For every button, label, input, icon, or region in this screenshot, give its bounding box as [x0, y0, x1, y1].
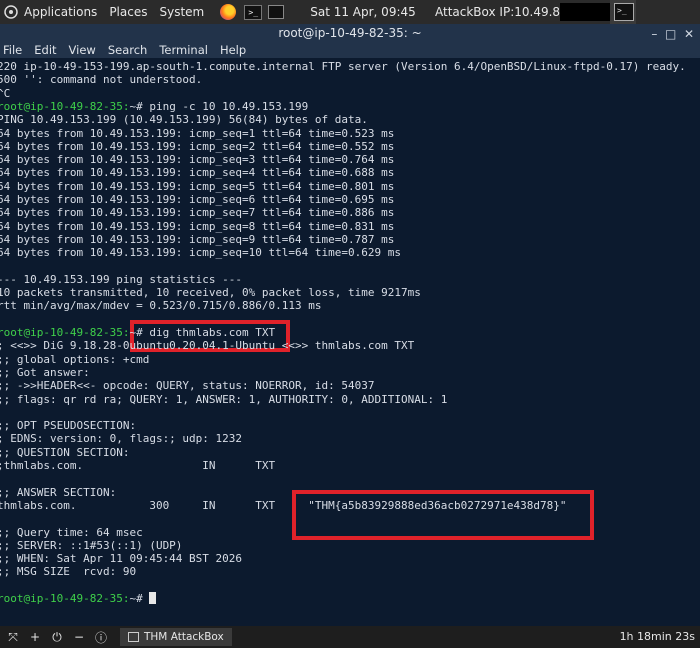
terminal-line: ;; flags: qr rd ra; QUERY: 1, ANSWER: 1,… [0, 392, 448, 406]
menu-bar: File Edit View Search Terminal Help [0, 42, 700, 58]
taskbar-attackbox[interactable]: THM AttackBox [120, 628, 232, 646]
menu-terminal[interactable]: Terminal [159, 43, 208, 57]
menu-edit[interactable]: Edit [34, 43, 56, 57]
terminal-line: ; EDNS: version: 0, flags:; udp: 1232 [0, 432, 243, 446]
command-text: ~# ping -c 10 10.49.153.199 [129, 99, 309, 113]
bottom-panel: ⤧ + ⏻ − ⓘ THM AttackBox 1h 18min 23s [0, 626, 700, 648]
info-icon[interactable]: ⓘ [92, 629, 110, 646]
menu-file[interactable]: File [3, 43, 22, 57]
clock[interactable]: Sat 11 Apr, 09:45 [310, 5, 416, 19]
terminal-line: thmlabs.com. 300 IN TXT "THM{a5b83929888… [0, 498, 567, 512]
firefox-icon[interactable] [220, 4, 237, 20]
text-editor-launcher-icon[interactable] [268, 5, 285, 19]
move-icon[interactable]: ⤧ [4, 630, 22, 645]
terminal-line: root@ip-10-49-82-35:~# ping -c 10 10.49.… [0, 100, 308, 113]
terminal-line: 64 bytes from 10.49.153.199: icmp_seq=2 … [0, 139, 395, 153]
terminal-line: PING 10.49.153.199 (10.49.153.199) 56(84… [0, 113, 368, 127]
terminal-line: ;; MSG SIZE rcvd: 90 [0, 565, 137, 579]
window-title: root@ip-10-49-82-35: ~ [278, 26, 422, 40]
applications-icon[interactable] [4, 5, 18, 19]
terminal-line: 64 bytes from 10.49.153.199: icmp_seq=7 … [0, 206, 395, 220]
terminal-line: 220 ip-10-49-153-199.ap-south-1.compute.… [0, 60, 686, 73]
terminal-line: --- 10.49.153.199 ping statistics --- [0, 272, 243, 286]
window-icon [128, 632, 139, 642]
command-text: ~# [129, 592, 150, 605]
taskbar-attackbox-label: THM AttackBox [144, 631, 224, 643]
shell-prompt: root@ip-10-49-82-35: [0, 99, 130, 113]
top-panel: Applications Places System >_ Sat 11 Apr… [0, 0, 700, 24]
terminal-line: 64 bytes from 10.49.153.199: icmp_seq=5 … [0, 179, 395, 193]
terminal-line: rtt min/avg/max/mdev = 0.523/0.715/0.886… [0, 299, 322, 313]
terminal-line: 64 bytes from 10.49.153.199: icmp_seq=3 … [0, 153, 395, 167]
terminal-tray-icon[interactable]: >_ [614, 3, 634, 21]
close-icon[interactable]: ✕ [684, 27, 694, 41]
menu-help[interactable]: Help [220, 43, 246, 57]
shell-prompt: root@ip-10-49-82-35: [0, 326, 130, 339]
redacted-region [560, 3, 610, 21]
terminal-cursor [149, 592, 157, 604]
session-timer: 1h 18min 23s [619, 630, 695, 643]
maximize-icon[interactable]: □ [665, 27, 676, 41]
terminal-line: ;; WHEN: Sat Apr 11 09:45:44 BST 2026 [0, 552, 243, 566]
terminal-line: 64 bytes from 10.49.153.199: icmp_seq=4 … [0, 166, 395, 180]
terminal-line: root@ip-10-49-82-35:~# dig thmlabs.com T… [0, 326, 275, 339]
applications-menu[interactable]: Applications [24, 5, 97, 19]
terminal-line: ;; ->>HEADER<<- opcode: QUERY, status: N… [0, 379, 375, 393]
flag-answer-highlight [292, 490, 594, 540]
window-titlebar[interactable]: root@ip-10-49-82-35: ~ – □ ✕ [0, 24, 700, 42]
terminal-line: root@ip-10-49-82-35:~# [0, 592, 157, 605]
terminal-line: 500 '': command not understood. [0, 73, 203, 87]
terminal-line: 64 bytes from 10.49.153.199: icmp_seq=10… [0, 246, 401, 260]
terminal-line: ;; Query time: 64 msec [0, 525, 143, 539]
terminal-output[interactable]: 220 ip-10-49-153-199.ap-south-1.compute.… [0, 58, 700, 623]
terminal-line: ^C [0, 86, 11, 100]
window-controls[interactable]: – □ ✕ [651, 25, 694, 43]
terminal-line: ;; ANSWER SECTION: [0, 485, 117, 499]
terminal-line: 64 bytes from 10.49.153.199: icmp_seq=9 … [0, 232, 395, 246]
terminal-line: 64 bytes from 10.49.153.199: icmp_seq=1 … [0, 126, 395, 140]
menu-search[interactable]: Search [108, 43, 148, 57]
terminal-line: ;; QUESTION SECTION: [0, 445, 130, 459]
shell-prompt: root@ip-10-49-82-35: [0, 592, 130, 605]
terminal-line: ;; SERVER: ::1#53(::1) (UDP) [0, 538, 183, 552]
add-icon[interactable]: + [26, 630, 44, 644]
terminal-line: ;thmlabs.com. IN TXT [0, 459, 276, 472]
minus-icon[interactable]: − [70, 630, 88, 644]
command-text: ~# dig thmlabs.com TXT [129, 326, 276, 339]
terminal-line: 64 bytes from 10.49.153.199: icmp_seq=6 … [0, 193, 395, 206]
system-menu[interactable]: System [159, 5, 204, 19]
power-icon[interactable]: ⏻ [48, 630, 66, 645]
terminal-line: ; <<>> DiG 9.18.28-0ubuntu0.20.04.1-Ubun… [0, 339, 415, 353]
minimize-icon[interactable]: – [651, 27, 657, 41]
terminal-line: 64 bytes from 10.49.153.199: icmp_seq=8 … [0, 219, 395, 233]
terminal-launcher-icon[interactable]: >_ [244, 4, 263, 20]
places-menu[interactable]: Places [109, 5, 147, 19]
terminal-line: ;; OPT PSEUDOSECTION: [0, 419, 137, 433]
terminal-line: 10 packets transmitted, 10 received, 0% … [0, 286, 421, 300]
terminal-line: ;; Got answer: [0, 365, 90, 379]
terminal-line: ;; global options: +cmd [0, 352, 150, 366]
menu-view[interactable]: View [69, 43, 96, 57]
